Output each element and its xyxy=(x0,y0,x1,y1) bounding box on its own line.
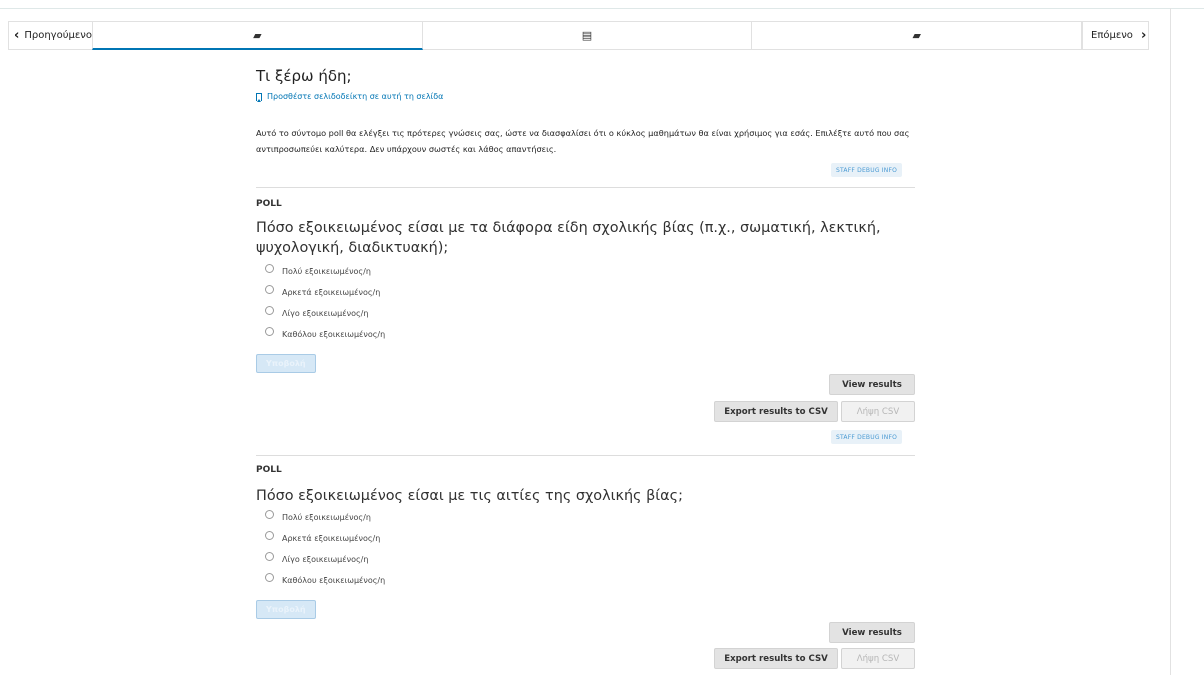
option-label: Αρκετά εξοικειωμένος/η xyxy=(282,534,381,543)
right-divider xyxy=(1170,8,1171,675)
tab-unit-2[interactable]: ▤ xyxy=(422,21,753,50)
download-csv-button[interactable]: Λήψη CSV xyxy=(841,401,915,422)
radio-button[interactable] xyxy=(265,510,274,519)
radio-button[interactable] xyxy=(265,285,274,294)
poll-option[interactable]: Καθόλου εξοικειωμένος/η xyxy=(265,570,385,591)
bookmark-button[interactable]: Προσθέστε σελιδοδείκτη σε αυτή τη σελίδα xyxy=(256,92,444,102)
radio-button[interactable] xyxy=(265,573,274,582)
option-label: Αρκετά εξοικειωμένος/η xyxy=(282,288,381,297)
tab-unit-3[interactable]: ▰ xyxy=(752,21,1083,50)
view-results-button[interactable]: View results xyxy=(829,374,915,395)
poll-option[interactable]: Αρκετά εξοικειωμένος/η xyxy=(265,282,385,303)
unit-title: Τι ξέρω ήδη; xyxy=(256,67,352,85)
next-label: Επόμενο xyxy=(1091,30,1133,41)
bookmark-icon xyxy=(256,92,262,102)
option-label: Καθόλου εξοικειωμένος/η xyxy=(282,576,386,585)
option-label: Πολύ εξοικειωμένος/η xyxy=(282,267,371,276)
section-divider xyxy=(256,455,915,456)
poll-label: POLL xyxy=(256,465,282,475)
next-button[interactable]: Επόμενο › xyxy=(1082,21,1149,50)
option-label: Λίγο εξοικειωμένος/η xyxy=(282,555,369,564)
submit-button[interactable]: Υποβολή xyxy=(256,354,316,373)
book-icon: ▰ xyxy=(912,29,921,42)
top-divider xyxy=(0,8,1204,9)
radio-button[interactable] xyxy=(265,306,274,315)
book-icon: ▰ xyxy=(253,28,262,42)
tab-unit-1[interactable]: ▰ xyxy=(92,21,423,50)
poll-options: Πολύ εξοικειωμένος/η Αρκετά εξοικειωμένο… xyxy=(265,261,385,345)
view-results-button[interactable]: View results xyxy=(829,622,915,643)
radio-button[interactable] xyxy=(265,552,274,561)
poll-option[interactable]: Αρκετά εξοικειωμένος/η xyxy=(265,528,385,549)
staff-debug-button[interactable]: STAFF DEBUG INFO xyxy=(831,430,903,444)
previous-button[interactable]: ‹ Προηγούμενο xyxy=(8,21,92,50)
previous-label: Προηγούμενο xyxy=(24,30,92,41)
submit-button[interactable]: Υποβολή xyxy=(256,600,316,619)
radio-button[interactable] xyxy=(265,264,274,273)
intro-text: Αυτό το σύντομο poll θα ελέγξει τις πρότ… xyxy=(256,128,910,154)
export-csv-button[interactable]: Export results to CSV xyxy=(714,401,838,422)
poll-question: Πόσο εξοικειωμένος είσαι με τις αιτίες τ… xyxy=(256,488,683,504)
sequence-tabs: ▰ ▤ ▰ xyxy=(92,21,1083,50)
radio-button[interactable] xyxy=(265,531,274,540)
chevron-right-icon: › xyxy=(1140,28,1147,43)
radio-button[interactable] xyxy=(265,327,274,336)
option-label: Λίγο εξοικειωμένος/η xyxy=(282,309,369,318)
sequence-navigation: ‹ Προηγούμενο ▰ ▤ ▰ Επόμενο › xyxy=(8,21,1158,50)
poll-option[interactable]: Πολύ εξοικειωμένος/η xyxy=(265,507,385,528)
download-csv-button[interactable]: Λήψη CSV xyxy=(841,648,915,669)
poll-question: Πόσο εξοικειωμένος είσαι με τα διάφορα ε… xyxy=(256,220,881,256)
poll-option[interactable]: Καθόλου εξοικειωμένος/η xyxy=(265,324,385,345)
poll-options: Πολύ εξοικειωμένος/η Αρκετά εξοικειωμένο… xyxy=(265,507,385,591)
video-icon: ▤ xyxy=(581,29,593,42)
poll-option[interactable]: Λίγο εξοικειωμένος/η xyxy=(265,303,385,324)
bookmark-label: Προσθέστε σελιδοδείκτη σε αυτή τη σελίδα xyxy=(267,92,444,101)
option-label: Πολύ εξοικειωμένος/η xyxy=(282,513,371,522)
export-csv-button[interactable]: Export results to CSV xyxy=(714,648,838,669)
option-label: Καθόλου εξοικειωμένος/η xyxy=(282,330,386,339)
poll-option[interactable]: Λίγο εξοικειωμένος/η xyxy=(265,549,385,570)
chevron-left-icon: ‹ xyxy=(14,28,20,43)
poll-label: POLL xyxy=(256,199,282,209)
poll-option[interactable]: Πολύ εξοικειωμένος/η xyxy=(265,261,385,282)
staff-debug-button[interactable]: STAFF DEBUG INFO xyxy=(831,163,903,177)
section-divider xyxy=(256,187,915,188)
